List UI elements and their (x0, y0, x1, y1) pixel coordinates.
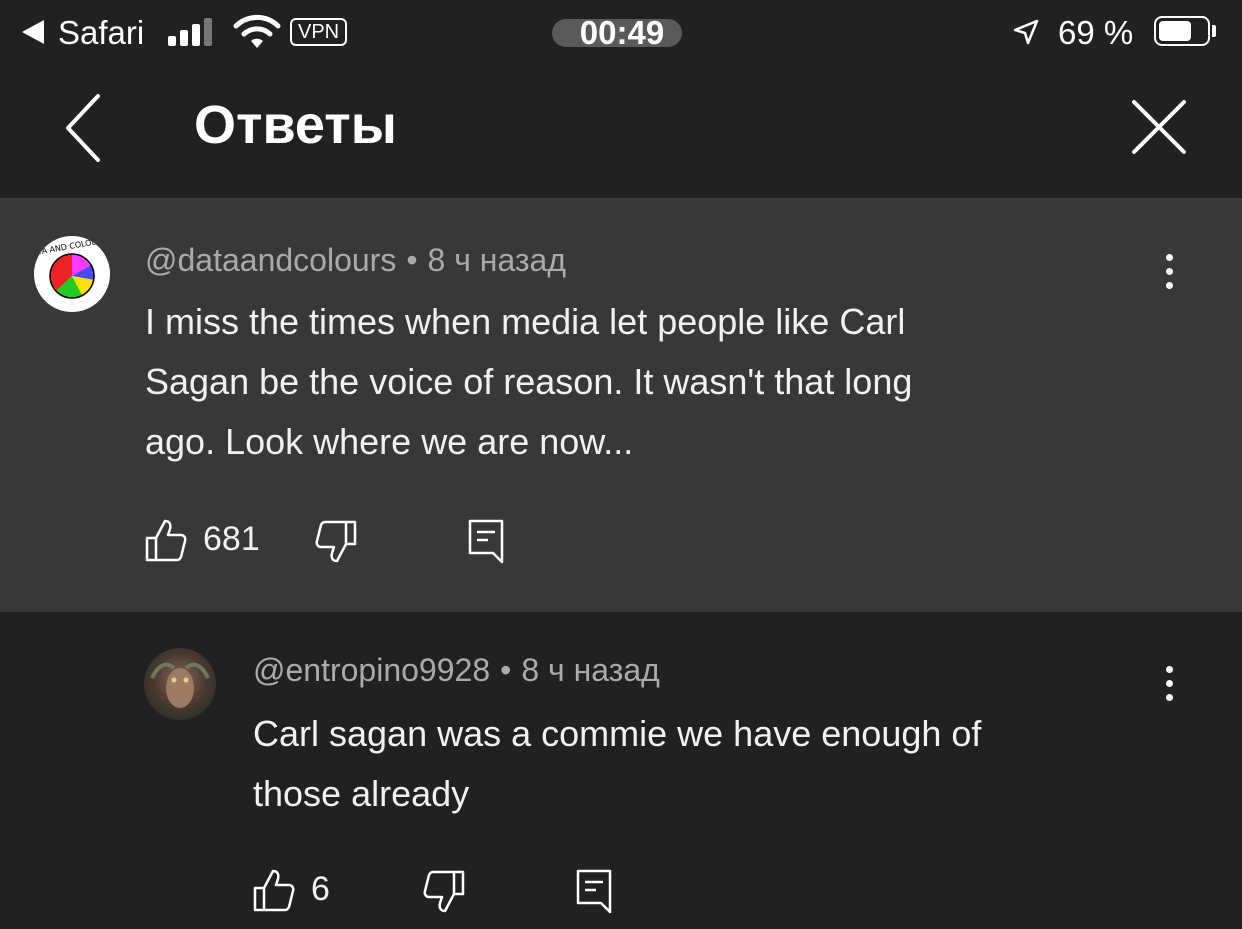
comment-time: 8 ч назад (521, 652, 660, 688)
reply-comment-icon[interactable] (575, 868, 613, 914)
avatar-image (144, 648, 216, 720)
author-name[interactable]: @entropino9928 (253, 652, 490, 688)
battery-percent: 69 % (1058, 14, 1134, 51)
like-count: 681 (203, 520, 260, 558)
thumbs-up-icon[interactable] (253, 868, 295, 912)
back-to-app-label[interactable]: Safari (58, 14, 144, 52)
battery-icon (1154, 16, 1210, 46)
meta-separator: • (406, 242, 418, 278)
cellular-signal-icon (168, 18, 216, 46)
chevron-left-icon[interactable] (52, 90, 122, 166)
data-and-colours-logo: DATA AND COLOURS (34, 236, 110, 312)
back-to-app-icon[interactable] (22, 20, 44, 44)
comment-text: I miss the times when media let people l… (145, 292, 912, 472)
more-vertical-icon[interactable] (1154, 254, 1184, 294)
battery-tip (1212, 25, 1216, 37)
thumbs-up-icon[interactable] (145, 518, 187, 562)
header: Ответы (0, 66, 1242, 198)
status-bar: Safari VPN 00:49 69 % (0, 0, 1242, 66)
comment-actions: 6 (253, 864, 653, 914)
avatar[interactable] (144, 648, 216, 720)
vpn-badge: VPN (290, 18, 348, 46)
parent-comment: DATA AND COLOURS @dataandcolours • 8 ч наз… (0, 200, 1242, 612)
comment-time: 8 ч назад (427, 242, 567, 278)
comment-line: I miss the times when media let people l… (145, 301, 906, 342)
clock: 00:49 (579, 14, 665, 51)
comment-actions: 681 (145, 514, 545, 564)
thumbs-down-icon[interactable] (423, 870, 465, 914)
more-vertical-icon[interactable] (1154, 666, 1184, 706)
close-icon[interactable] (1120, 88, 1200, 168)
comment-line: those already (253, 773, 470, 814)
comment-meta: @entropino9928 • 8 ч назад (253, 652, 660, 689)
screen: Safari VPN 00:49 69 % Ответы DATA AND CO… (0, 0, 1242, 929)
reply-comment-icon[interactable] (467, 518, 505, 564)
location-arrow-icon (1013, 19, 1039, 45)
author-name[interactable]: @dataandcolours (145, 242, 396, 278)
wifi-icon (233, 14, 281, 48)
like-count: 6 (311, 870, 330, 908)
comment-text: Carl sagan was a commie we have enough o… (253, 704, 981, 824)
thumbs-down-icon[interactable] (315, 520, 357, 564)
meta-separator: • (500, 652, 512, 688)
comment-line: Sagan be the voice of reason. It wasn't … (145, 361, 913, 402)
comment-line: Carl sagan was a commie we have enough o… (253, 713, 982, 754)
avatar[interactable]: DATA AND COLOURS (34, 236, 110, 312)
page-title: Ответы (194, 95, 397, 155)
reply-comment: @entropino9928 • 8 ч назад Carl sagan was … (0, 612, 1242, 929)
comment-line: ago. Look where we are now... (145, 421, 634, 462)
comment-meta: @dataandcolours • 8 ч назад (145, 242, 566, 279)
